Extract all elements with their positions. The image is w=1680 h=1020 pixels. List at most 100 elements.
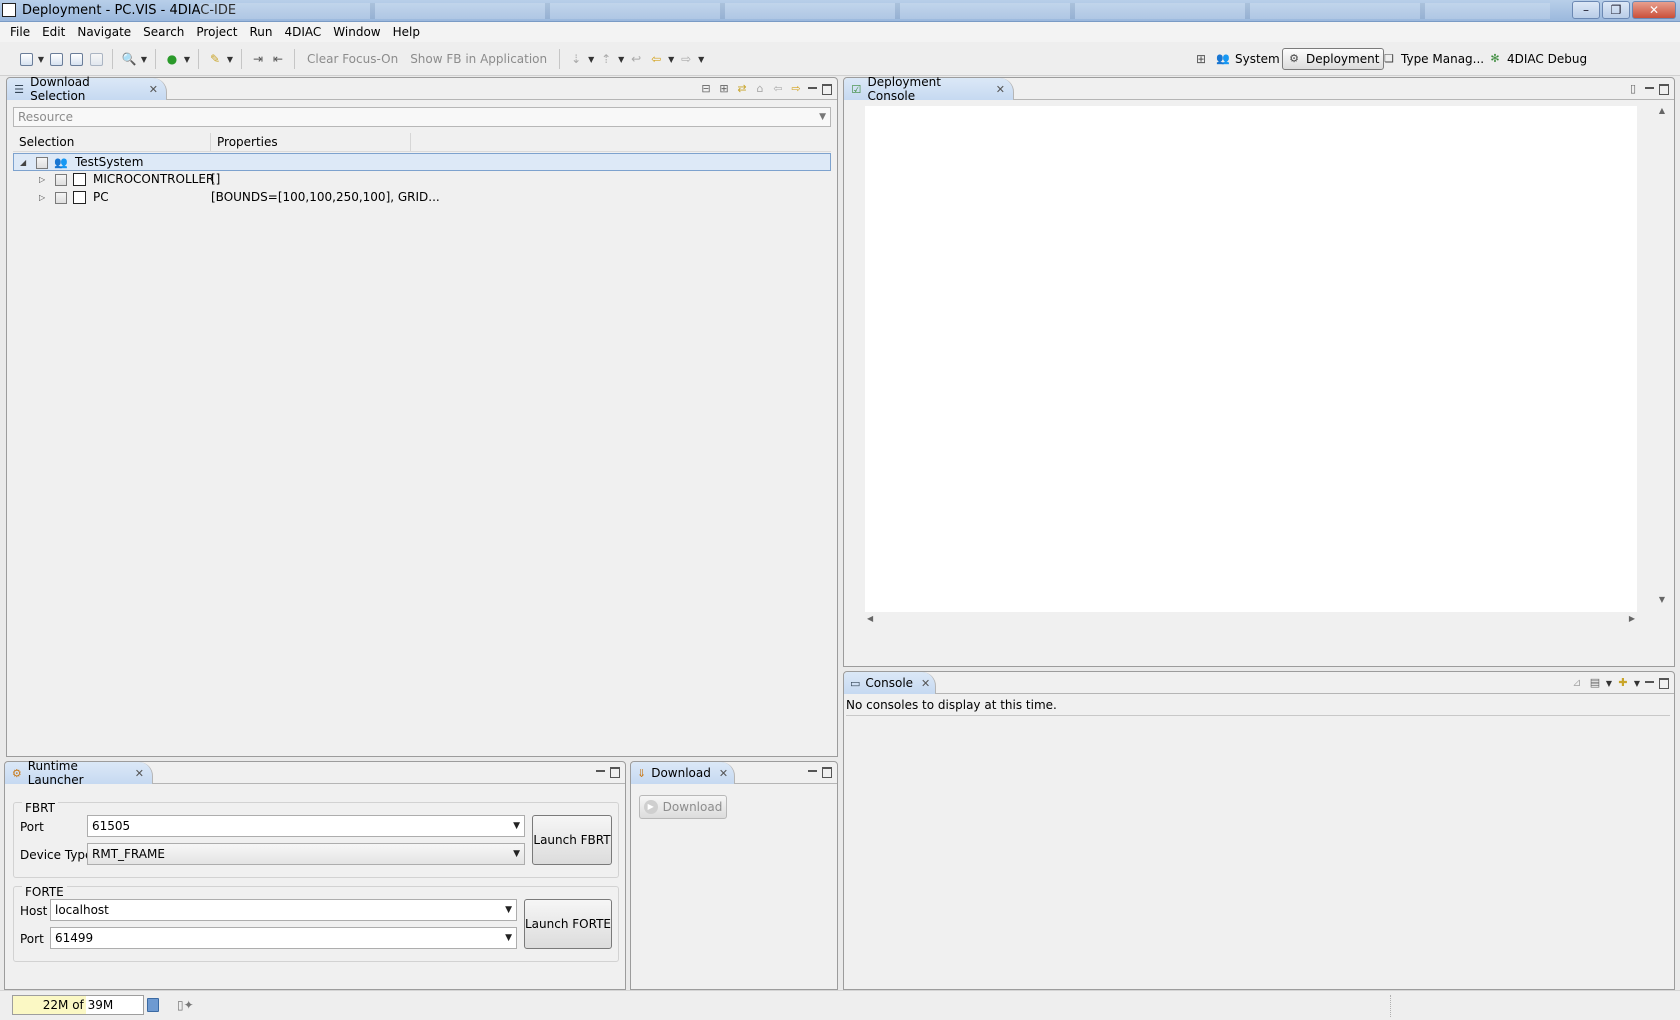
minimize-view-icon[interactable] bbox=[805, 765, 819, 779]
minimize-view-icon[interactable] bbox=[1642, 82, 1656, 96]
next-annotation-icon[interactable]: ⇣ bbox=[566, 50, 586, 68]
save-all-icon[interactable] bbox=[66, 50, 86, 68]
home-icon[interactable]: ⌂ bbox=[751, 81, 769, 97]
tab-download[interactable]: ⇓ Download ✕ bbox=[631, 762, 735, 784]
pin-console-icon[interactable]: ⊿ bbox=[1568, 675, 1586, 691]
collapse-all-icon[interactable]: ⊟ bbox=[697, 81, 715, 97]
open-console-icon[interactable]: ✚ bbox=[1614, 675, 1632, 691]
export-icon[interactable]: ⇥ bbox=[248, 50, 268, 68]
maximize-view-icon[interactable] bbox=[607, 765, 621, 779]
open-perspective-icon[interactable]: ⊞ bbox=[1191, 50, 1211, 68]
garbage-collect-icon[interactable] bbox=[147, 998, 159, 1012]
fbrt-port-combo[interactable]: 61505 ▼ bbox=[87, 815, 525, 837]
close-icon[interactable]: ✕ bbox=[719, 767, 728, 780]
minimize-view-icon[interactable] bbox=[1642, 676, 1656, 690]
link-icon[interactable]: ⇄ bbox=[733, 81, 751, 97]
open-console-dropdown-icon[interactable]: ▼ bbox=[1632, 679, 1642, 688]
close-icon[interactable]: ✕ bbox=[149, 83, 158, 96]
minimize-view-icon[interactable] bbox=[593, 765, 607, 779]
resource-select[interactable]: Resource ▼ bbox=[13, 107, 831, 127]
expand-all-icon[interactable]: ⊞ bbox=[715, 81, 733, 97]
maximize-view-icon[interactable] bbox=[819, 82, 833, 96]
list-icon: ☰ bbox=[14, 82, 24, 96]
forte-host-combo[interactable]: localhost ▼ bbox=[50, 899, 517, 921]
close-icon[interactable]: ✕ bbox=[135, 767, 144, 780]
save-icon[interactable] bbox=[46, 50, 66, 68]
deployment-console-output[interactable] bbox=[865, 106, 1637, 612]
collapse-arrow-icon[interactable]: ◢ bbox=[20, 154, 26, 171]
print-icon[interactable] bbox=[86, 50, 106, 68]
back-dropdown-icon[interactable]: ▼ bbox=[666, 55, 676, 64]
new-icon[interactable] bbox=[16, 50, 36, 68]
last-edit-icon[interactable]: ↩ bbox=[626, 50, 646, 68]
close-icon[interactable]: ✕ bbox=[921, 677, 930, 690]
launch-forte-button[interactable]: Launch FORTE bbox=[524, 899, 612, 949]
back-icon[interactable]: ⇦ bbox=[646, 50, 666, 68]
status-icon[interactable]: ▯✦ bbox=[177, 998, 194, 1012]
menu-window[interactable]: Window bbox=[327, 22, 386, 42]
perspective-type-manager[interactable]: ❏ Type Manag... bbox=[1378, 48, 1488, 70]
forward-icon[interactable]: ⇨ bbox=[787, 81, 805, 97]
display-console-dropdown-icon[interactable]: ▼ bbox=[1604, 679, 1614, 688]
next-annotation-dropdown-icon[interactable]: ▼ bbox=[586, 55, 596, 64]
menu-navigate[interactable]: Navigate bbox=[71, 22, 137, 42]
minimize-button[interactable]: – bbox=[1572, 1, 1600, 19]
prev-annotation-icon[interactable]: ⇡ bbox=[596, 50, 616, 68]
close-icon[interactable]: ✕ bbox=[996, 83, 1005, 96]
menu-edit[interactable]: Edit bbox=[36, 22, 71, 42]
minimize-view-icon[interactable] bbox=[805, 82, 819, 96]
tab-download-selection[interactable]: ☰ Download Selection ✕ bbox=[7, 75, 167, 103]
menu-run[interactable]: Run bbox=[243, 22, 278, 42]
maximize-view-icon[interactable] bbox=[1656, 676, 1670, 690]
checkbox[interactable] bbox=[36, 157, 48, 169]
search-icon[interactable]: 🔍 bbox=[119, 50, 139, 68]
menu-4diac[interactable]: 4DIAC bbox=[278, 22, 327, 42]
tool-icon[interactable]: ✎ bbox=[205, 50, 225, 68]
tab-deployment-console[interactable]: ☑ Deployment Console ✕ bbox=[844, 75, 1014, 103]
run-icon[interactable]: ● bbox=[162, 50, 182, 68]
tree-row-pc[interactable]: ▷ PC [BOUNDS=[100,100,250,100], GRID... bbox=[13, 189, 831, 207]
column-selection[interactable]: Selection bbox=[13, 133, 211, 151]
show-fb-in-application-button[interactable]: Show FB in Application bbox=[410, 52, 547, 66]
tree-row-testsystem[interactable]: ◢ 👥 TestSystem bbox=[13, 153, 831, 171]
download-button[interactable]: ▶ Download bbox=[639, 795, 727, 819]
forward-dropdown-icon[interactable]: ▼ bbox=[696, 55, 706, 64]
tab-runtime-launcher[interactable]: ⚙ Runtime Launcher ✕ bbox=[5, 759, 153, 787]
launch-fbrt-button[interactable]: Launch FBRT bbox=[532, 815, 612, 865]
clear-focus-on-button[interactable]: Clear Focus-On bbox=[307, 52, 398, 66]
menu-search[interactable]: Search bbox=[137, 22, 190, 42]
back-icon[interactable]: ⇦ bbox=[769, 81, 787, 97]
perspective-system[interactable]: 👥 System bbox=[1212, 48, 1284, 70]
maximize-view-icon[interactable] bbox=[819, 765, 833, 779]
tab-console[interactable]: ▭ Console ✕ bbox=[844, 672, 936, 694]
prev-annotation-dropdown-icon[interactable]: ▼ bbox=[616, 55, 626, 64]
expand-arrow-icon[interactable]: ▷ bbox=[39, 171, 45, 188]
expand-arrow-icon[interactable]: ▷ bbox=[39, 189, 45, 206]
checkbox[interactable] bbox=[55, 192, 67, 204]
heap-status[interactable]: 22M of 39M bbox=[12, 995, 144, 1015]
perspective-deployment[interactable]: ⚙ Deployment bbox=[1282, 48, 1385, 70]
perspective-4diac-debug[interactable]: ✻ 4DIAC Debug bbox=[1484, 48, 1591, 70]
menu-project[interactable]: Project bbox=[190, 22, 243, 42]
search-dropdown-icon[interactable]: ▼ bbox=[139, 55, 149, 64]
tree-row-microcontroller[interactable]: ▷ MICROCONTROLLER [] bbox=[13, 171, 831, 189]
run-dropdown-icon[interactable]: ▼ bbox=[182, 55, 192, 64]
tool-dropdown-icon[interactable]: ▼ bbox=[225, 55, 235, 64]
forward-icon[interactable]: ⇨ bbox=[676, 50, 696, 68]
checkbox[interactable] bbox=[55, 174, 67, 186]
chevron-down-icon: ▼ bbox=[513, 849, 520, 859]
forte-port-combo[interactable]: 61499 ▼ bbox=[50, 927, 517, 949]
new-dropdown-icon[interactable]: ▼ bbox=[36, 55, 46, 64]
display-console-icon[interactable]: ▤ bbox=[1586, 675, 1604, 691]
maximize-button[interactable]: ❐ bbox=[1602, 1, 1630, 19]
maximize-view-icon[interactable] bbox=[1656, 82, 1670, 96]
clear-console-icon[interactable]: ▯ bbox=[1624, 81, 1642, 97]
column-properties[interactable]: Properties bbox=[211, 133, 411, 151]
menu-help[interactable]: Help bbox=[387, 22, 426, 42]
device-type-combo[interactable]: RMT_FRAME ▼ bbox=[87, 843, 525, 865]
import-icon[interactable]: ⇤ bbox=[268, 50, 288, 68]
horizontal-scrollbar[interactable]: ◀ ▶ bbox=[865, 614, 1637, 628]
close-button[interactable]: ✕ bbox=[1632, 1, 1676, 19]
vertical-scrollbar[interactable]: ▲ ▼ bbox=[1654, 106, 1670, 612]
menu-file[interactable]: File bbox=[4, 22, 36, 42]
